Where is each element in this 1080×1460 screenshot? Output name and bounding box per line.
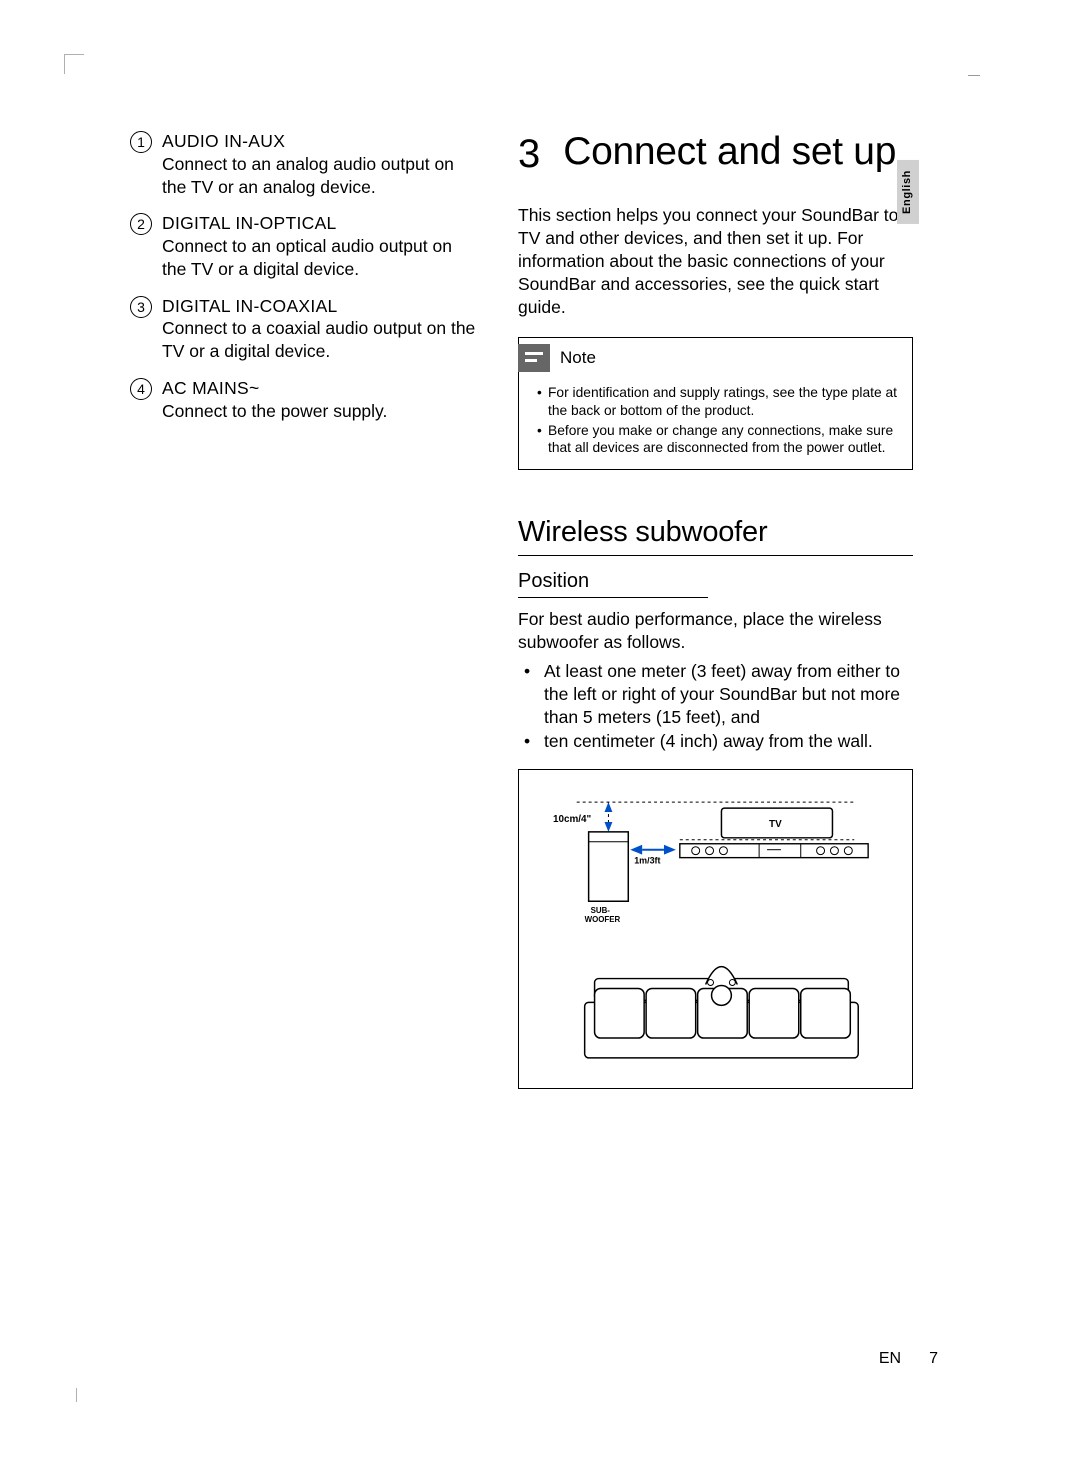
list-item: At least one meter (3 feet) away from ei… [518,660,913,729]
section-heading: Wireless subwoofer [518,516,913,556]
numbered-item-1: 1 AUDIO IN-AUX Connect to an analog audi… [130,130,480,198]
numbered-item-4: 4 AC MAINS~ Connect to the power supply. [130,377,480,423]
page: 1 AUDIO IN-AUX Connect to an analog audi… [0,0,1080,1460]
numbered-item-2: 2 DIGITAL IN-OPTICAL Connect to an optic… [130,212,480,280]
list-item: ten centimeter (4 inch) away from the wa… [518,730,913,753]
item-title: DIGITAL IN-COAXIAL [162,296,338,316]
item-number: 4 [130,378,152,400]
position-intro: For best audio performance, place the wi… [518,608,913,654]
crop-mark-bottom-left [76,1388,77,1402]
item-desc: Connect to the power supply. [162,401,387,421]
footer-page: 7 [929,1350,938,1368]
subsection-heading: Position [518,570,708,598]
item-title: AUDIO IN-AUX [162,131,285,151]
note-item: For identification and supply ratings, s… [537,384,900,419]
footer-lang: EN [879,1350,901,1368]
diagram-horiz-dist-label: 1m/3ft [634,855,660,865]
note-label: Note [560,348,596,368]
placement-diagram: 10cm/4" SUB- WOOFER 1m/3ft TV [518,769,913,1089]
chapter-heading: 3 Connect and set up [518,130,913,174]
item-desc: Connect to an analog audio output on the… [162,154,454,197]
note-icon [518,344,550,372]
diagram-sub-label-1: SUB- [591,906,611,915]
item-desc: Connect to an optical audio output on th… [162,236,452,279]
language-tab: English [897,160,919,224]
note-item: Before you make or change any connection… [537,422,900,457]
item-desc: Connect to a coaxial audio output on the… [162,318,475,361]
left-column: 1 AUDIO IN-AUX Connect to an analog audi… [130,130,480,1400]
item-number: 3 [130,296,152,318]
diagram-wall-dist-label: 10cm/4" [553,814,592,825]
diagram-tv-label: TV [769,819,782,830]
chapter-title-text: Connect and set up [563,130,896,174]
diagram-sub-label-2: WOOFER [585,915,621,924]
chapter-number: 3 [518,130,539,174]
note-box: Note For identification and supply ratin… [518,337,913,470]
crop-mark-top-right [968,56,980,76]
diagram-svg: 10cm/4" SUB- WOOFER 1m/3ft TV [547,788,884,1070]
intro-paragraph: This section helps you connect your Soun… [518,204,913,319]
crop-mark-top-left [64,54,84,74]
right-column: English 3 Connect and set up This sectio… [518,130,913,1400]
item-number: 2 [130,213,152,235]
page-footer: EN 7 [879,1350,938,1368]
item-title: AC MAINS~ [162,378,260,398]
item-title: DIGITAL IN-OPTICAL [162,213,337,233]
position-list: At least one meter (3 feet) away from ei… [518,660,913,752]
numbered-item-3: 3 DIGITAL IN-COAXIAL Connect to a coaxia… [130,295,480,363]
item-number: 1 [130,131,152,153]
